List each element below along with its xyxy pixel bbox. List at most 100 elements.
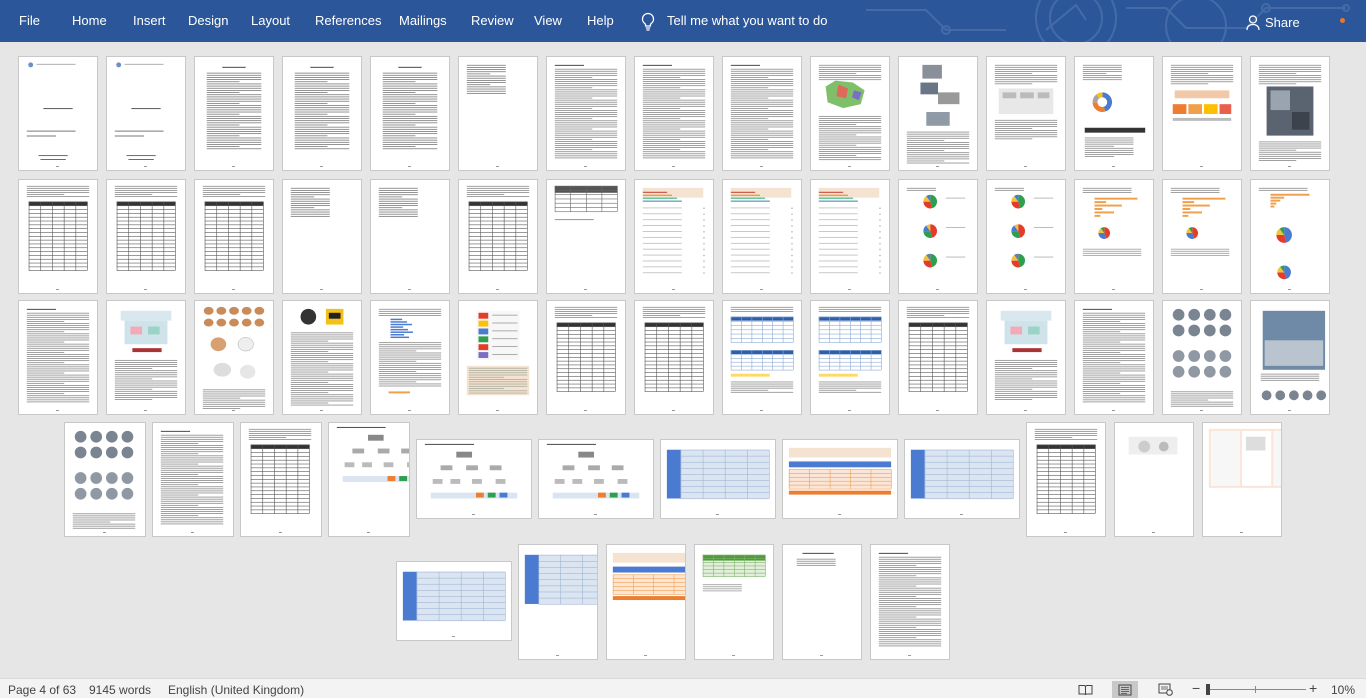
page-thumbnail[interactable] xyxy=(518,544,598,660)
page-thumbnail[interactable] xyxy=(106,56,186,171)
page-content xyxy=(114,310,178,400)
zoom-level[interactable]: 10% xyxy=(1331,683,1355,697)
page-thumbnail[interactable] xyxy=(898,179,978,294)
page-thumbnail[interactable] xyxy=(1162,56,1242,171)
page-thumbnail[interactable] xyxy=(606,544,686,660)
page-thumbnail[interactable] xyxy=(194,179,274,294)
print-layout-button[interactable] xyxy=(1112,681,1138,698)
page-number-mark xyxy=(397,636,511,637)
tab-insert[interactable]: Insert xyxy=(133,13,166,29)
page-thumbnail[interactable] xyxy=(898,56,978,171)
page-thumbnail[interactable] xyxy=(538,439,654,519)
page-thumbnail[interactable] xyxy=(722,56,802,171)
share-button[interactable]: Share xyxy=(1246,12,1300,32)
tab-review[interactable]: Review xyxy=(471,13,514,29)
page-thumbnail[interactable] xyxy=(1250,300,1330,415)
page-thumbnail[interactable] xyxy=(1202,422,1282,537)
page-thumbnail[interactable] xyxy=(1074,56,1154,171)
page-thumbnail[interactable] xyxy=(194,56,274,171)
page-thumbnail[interactable] xyxy=(810,179,890,294)
page-thumbnail[interactable] xyxy=(1250,179,1330,294)
page-thumbnail[interactable] xyxy=(782,544,862,660)
page-thumbnail[interactable] xyxy=(1162,179,1242,294)
page-thumbnail[interactable] xyxy=(416,439,532,519)
word-count[interactable]: 9145 words xyxy=(89,683,151,697)
tab-file[interactable]: File xyxy=(19,13,40,29)
page-thumbnail[interactable] xyxy=(660,439,776,519)
page-thumbnail[interactable] xyxy=(986,179,1066,294)
zoom-in-button[interactable]: + xyxy=(1309,681,1317,695)
page-content xyxy=(906,64,970,164)
lightbulb-icon[interactable] xyxy=(640,12,656,32)
read-mode-button[interactable] xyxy=(1072,681,1098,698)
page-thumbnail[interactable] xyxy=(458,56,538,171)
page-thumbnail[interactable] xyxy=(282,56,362,171)
page-content xyxy=(878,552,942,647)
page-thumbnail[interactable] xyxy=(634,56,714,171)
page-thumbnail[interactable] xyxy=(634,300,714,415)
page-thumbnail[interactable] xyxy=(282,179,362,294)
page-thumbnail[interactable] xyxy=(1162,300,1242,415)
page-thumbnail[interactable] xyxy=(240,422,322,537)
page-thumbnail[interactable] xyxy=(194,300,274,415)
page-number-mark xyxy=(1163,410,1241,411)
zoom-slider-track[interactable] xyxy=(1206,689,1306,690)
language-indicator[interactable]: English (United Kingdom) xyxy=(168,683,304,697)
page-thumbnail[interactable] xyxy=(458,179,538,294)
tab-help[interactable]: Help xyxy=(587,13,614,29)
tell-me-search[interactable]: Tell me what you want to do xyxy=(667,13,827,29)
page-thumbnail[interactable] xyxy=(370,56,450,171)
page-number-mark xyxy=(1075,289,1153,290)
zoom-slider-thumb[interactable] xyxy=(1206,684,1210,695)
page-thumbnail[interactable] xyxy=(152,422,234,537)
page-thumbnail[interactable] xyxy=(546,179,626,294)
page-thumbnail[interactable] xyxy=(546,56,626,171)
page-thumbnail[interactable] xyxy=(904,439,1020,519)
page-number-mark xyxy=(19,289,97,290)
page-thumbnail[interactable] xyxy=(722,179,802,294)
page-thumbnail[interactable] xyxy=(634,179,714,294)
tab-mailings[interactable]: Mailings xyxy=(399,13,447,29)
tab-design[interactable]: Design xyxy=(188,13,228,29)
page-thumbnail[interactable] xyxy=(694,544,774,660)
page-number-mark xyxy=(1075,410,1153,411)
page-thumbnail[interactable] xyxy=(18,300,98,415)
page-thumbnail[interactable] xyxy=(1074,300,1154,415)
page-thumbnail[interactable] xyxy=(870,544,950,660)
tab-home[interactable]: Home xyxy=(72,13,107,29)
page-thumbnail[interactable] xyxy=(64,422,146,537)
tab-view[interactable]: View xyxy=(534,13,562,29)
web-layout-button[interactable] xyxy=(1152,681,1178,698)
page-thumbnail[interactable] xyxy=(106,300,186,415)
page-thumbnail[interactable] xyxy=(546,300,626,415)
page-indicator[interactable]: Page 4 of 63 xyxy=(8,683,76,697)
page-thumbnail[interactable] xyxy=(810,300,890,415)
page-thumbnail[interactable] xyxy=(18,179,98,294)
tab-references[interactable]: References xyxy=(315,13,381,29)
page-thumbnail[interactable] xyxy=(396,561,512,641)
page-thumbnail[interactable] xyxy=(370,300,450,415)
page-thumbnail[interactable] xyxy=(722,300,802,415)
page-content xyxy=(202,185,266,271)
page-thumbnail[interactable] xyxy=(370,179,450,294)
page-number-mark xyxy=(19,410,97,411)
page-thumbnail[interactable] xyxy=(986,56,1066,171)
page-thumbnail[interactable] xyxy=(986,300,1066,415)
page-thumbnail[interactable] xyxy=(1026,422,1106,537)
document-canvas[interactable] xyxy=(0,42,1366,678)
page-thumbnail[interactable] xyxy=(282,300,362,415)
page-thumbnail[interactable] xyxy=(810,56,890,171)
page-thumbnail[interactable] xyxy=(106,179,186,294)
page-thumbnail[interactable] xyxy=(1114,422,1194,537)
zoom-out-button[interactable]: − xyxy=(1192,681,1200,695)
page-thumbnail[interactable] xyxy=(898,300,978,415)
page-thumbnail[interactable] xyxy=(458,300,538,415)
page-thumbnail[interactable] xyxy=(1250,56,1330,171)
page-thumbnail[interactable] xyxy=(782,439,898,519)
page-thumbnail[interactable] xyxy=(1074,179,1154,294)
page-thumbnail[interactable] xyxy=(328,422,410,537)
tab-layout[interactable]: Layout xyxy=(251,13,290,29)
page-thumbnail[interactable] xyxy=(18,56,98,171)
page-number-mark xyxy=(107,166,185,167)
page-number-mark xyxy=(459,166,537,167)
